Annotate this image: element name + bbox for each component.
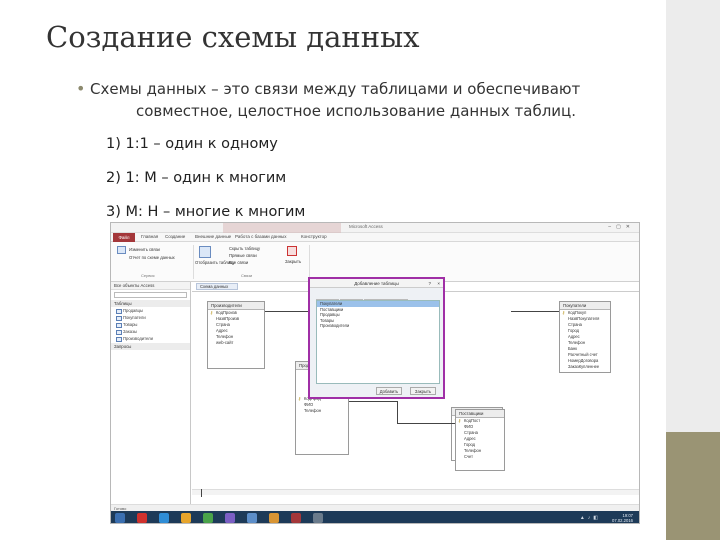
list-item-one-to-many: 2) 1: M – один к многим (106, 170, 287, 186)
dialog-title: Добавление таблицы (354, 281, 399, 286)
nav-item-table[interactable]: Производители (111, 335, 190, 342)
nav-item-table[interactable]: Продавцы (111, 307, 190, 314)
edit-relations-icon[interactable] (117, 246, 126, 254)
opera-icon[interactable] (137, 513, 147, 523)
bullet-dot-icon: • (76, 79, 86, 98)
access-icon[interactable] (291, 513, 301, 523)
ribbon: Изменить связи Отчет по схеме данных Ото… (111, 242, 639, 282)
nav-search-input[interactable] (114, 292, 187, 298)
diagram-field: Телефон (304, 408, 321, 413)
help-icon[interactable]: ? (428, 279, 431, 288)
access-window: Microsoft Access –▢✕ Файл Главная Создан… (110, 222, 640, 524)
diagram-table-title[interactable]: Поставщики (456, 410, 504, 418)
app-icon[interactable] (313, 513, 323, 523)
add-table-dialog: Добавление таблицы ? × ТаблицыЗапросыТаб… (308, 277, 445, 399)
add-button[interactable]: Добавить (376, 387, 402, 395)
relation-line[interactable] (397, 423, 455, 424)
ribbon-separator (309, 245, 310, 279)
relation-line[interactable] (397, 401, 398, 423)
diagram-table-suppliers[interactable]: Поставщики КодПост ФИО Страна Адрес Горо… (455, 409, 505, 471)
table-list-item[interactable]: Производители (317, 323, 439, 329)
slide-accent-block (666, 432, 720, 540)
close-relations-button[interactable]: Закрыть (285, 259, 301, 264)
bullet-line-2: совместное, целостное использование данн… (136, 102, 577, 120)
relation-line[interactable] (349, 401, 397, 402)
list-item-one-to-one: 1) 1:1 – один к одному (106, 136, 278, 152)
hide-table-button[interactable]: Скрыть таблицу (229, 246, 260, 251)
edit-relations-button[interactable]: Изменить связи (129, 247, 160, 252)
taskbar-clock[interactable]: 19:07 07.02.2016 (612, 513, 633, 523)
diagram-field: Счет (464, 454, 474, 459)
explorer-icon[interactable] (181, 513, 191, 523)
tab-designer[interactable]: Конструктор (301, 234, 327, 239)
relation-line[interactable] (511, 311, 559, 312)
nav-item-table[interactable]: Товары (111, 321, 190, 328)
relation-line[interactable] (265, 311, 309, 312)
system-tray-icons[interactable]: ▲♪◧ (580, 515, 601, 521)
slide-side-strip (666, 0, 720, 540)
nav-section-queries[interactable]: Запросы (111, 343, 190, 350)
diagram-field: ЗаказКупленнее (568, 364, 600, 369)
diagram-table-customers[interactable]: Покупатели КодПокуп НазвПокупателя Стран… (559, 301, 611, 373)
paint-icon[interactable] (269, 513, 279, 523)
skype-icon[interactable] (159, 513, 169, 523)
ribbon-tabs: Файл Главная Создание Внешние данные Раб… (111, 233, 639, 242)
relation-line[interactable] (201, 489, 202, 497)
viber-icon[interactable] (225, 513, 235, 523)
close-relations-icon[interactable] (287, 246, 297, 256)
table-list[interactable]: Покупатели Поставщики Продавцы Товары Пр… (316, 300, 440, 384)
chrome-icon[interactable] (203, 513, 213, 523)
slide-title: Создание схемы данных (46, 20, 420, 54)
tab-home[interactable]: Главная (141, 234, 158, 239)
nav-item-table[interactable]: Покупатели (111, 314, 190, 321)
document-tab[interactable]: Схема данных (196, 283, 238, 290)
tab-external-data[interactable]: Внешние данные (195, 234, 231, 239)
diagram-table-manufacturers[interactable]: Производители КодПроизв НазвПроизв Стран… (207, 301, 265, 369)
nav-section-tables[interactable]: Таблицы (111, 300, 190, 307)
diagram-field: web-сайт (216, 340, 234, 345)
diagram-table-title[interactable]: Покупатели (560, 302, 610, 310)
clock-date: 07.02.2016 (612, 518, 633, 523)
ribbon-group-relations: Связи (241, 273, 253, 278)
window-controls[interactable]: –▢✕ (608, 224, 635, 230)
bullet-text: • Схемы данных – это связи между таблица… (76, 78, 650, 122)
window-icon[interactable] (247, 513, 257, 523)
all-relations-button[interactable]: Все связи (229, 260, 248, 265)
start-icon[interactable] (115, 513, 125, 523)
ribbon-group-tools: Сервис (141, 273, 155, 278)
relations-report-button[interactable]: Отчет по схеме данных (129, 255, 175, 260)
context-tab-highlight (223, 223, 341, 233)
list-item-many-to-many: 3) M: H – многие к многим (106, 204, 306, 220)
tab-create[interactable]: Создание (165, 234, 185, 239)
windows-taskbar: ▲♪◧ 19:07 07.02.2016 (111, 511, 639, 523)
close-icon[interactable]: × (437, 279, 440, 288)
ribbon-separator (193, 245, 194, 279)
dialog-titlebar: Добавление таблицы ? × (310, 279, 443, 288)
window-title: Microsoft Access (349, 224, 383, 229)
close-button[interactable]: Закрыть (410, 387, 436, 395)
direct-relations-button[interactable]: Прямые связи (229, 253, 257, 258)
nav-item-table[interactable]: Заказы (111, 328, 190, 335)
bullet-line-1: Схемы данных – это связи между таблицами… (90, 80, 581, 98)
nav-header[interactable]: Все объекты Access (111, 282, 190, 290)
navigation-pane: Все объекты Access Таблицы Продавцы Поку… (111, 282, 191, 504)
diagram-table-title[interactable]: Производители (208, 302, 264, 310)
tab-database-tools[interactable]: Работа с базами данных (235, 234, 287, 239)
tab-file[interactable]: Файл (113, 233, 135, 242)
status-bar: Готово (111, 504, 639, 511)
horizontal-scrollbar[interactable] (192, 489, 639, 495)
show-table-icon[interactable] (199, 246, 211, 258)
window-titlebar: Microsoft Access –▢✕ (111, 223, 639, 233)
